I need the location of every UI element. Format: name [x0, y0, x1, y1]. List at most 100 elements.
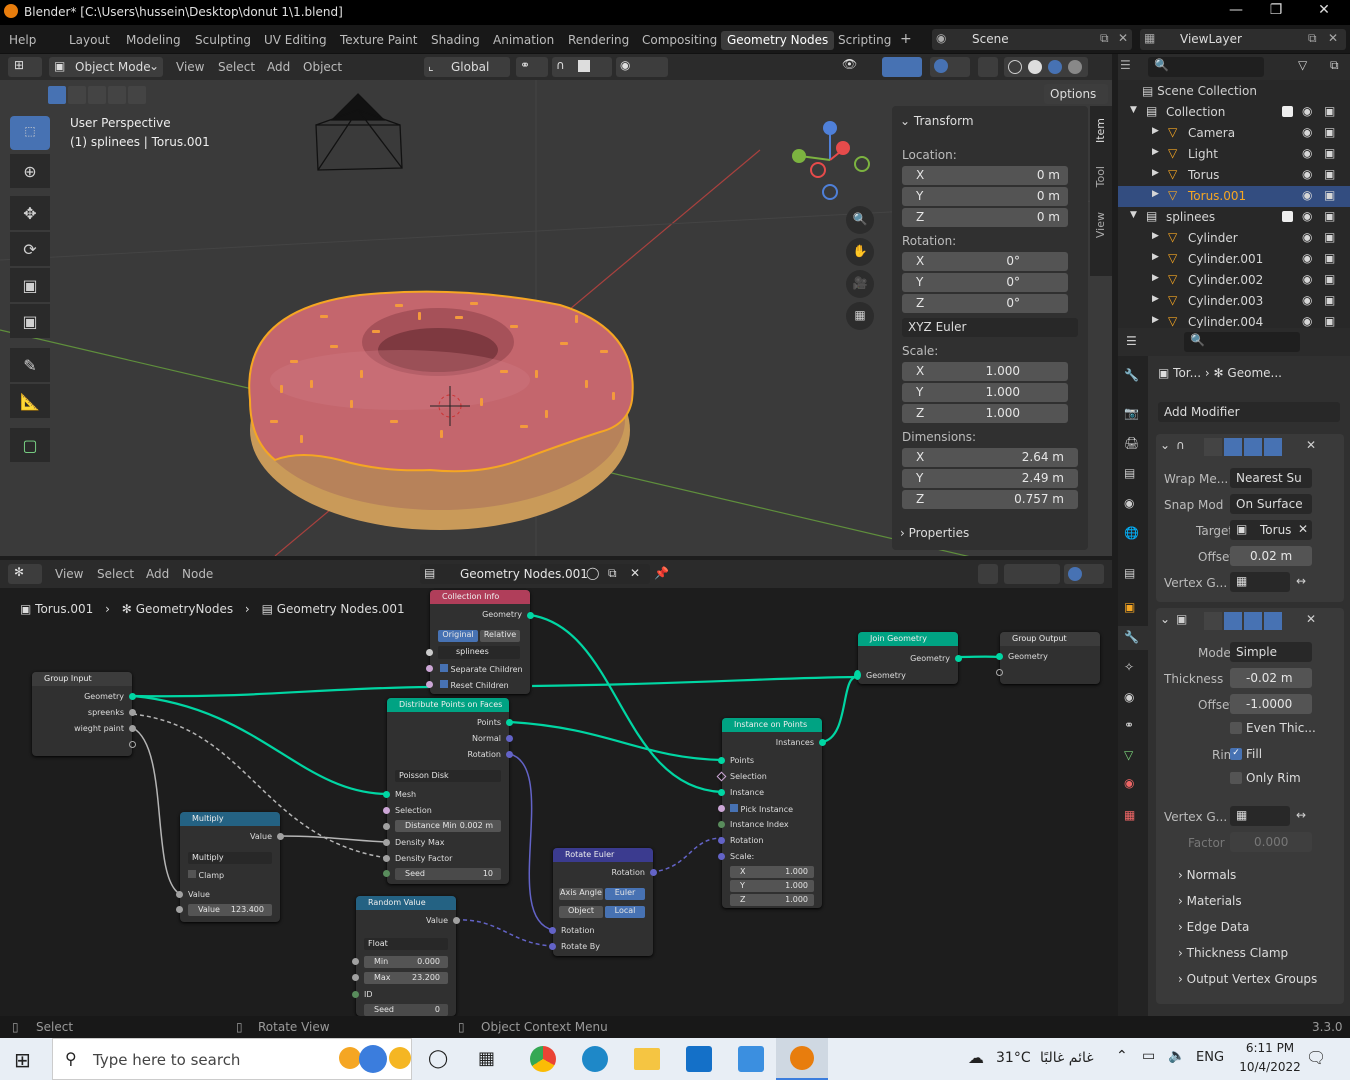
3d-viewport[interactable]: User Perspective (1) splinees | Torus.00… [0, 80, 1112, 556]
expand-arrow-icon[interactable]: ▶ [1152, 189, 1159, 199]
data-type-dropdown[interactable]: Float [364, 938, 448, 950]
input-socket[interactable] [383, 855, 390, 862]
remove-viewlayer-icon[interactable]: ✕ [1328, 31, 1338, 45]
new-viewlayer-icon[interactable]: ⧉ [1308, 31, 1317, 46]
render-tab-icon[interactable]: 📷 [1124, 406, 1139, 420]
distance-min-field[interactable]: Distance Min 0.002 m [395, 820, 501, 832]
zoom-icon[interactable]: 🔍 [846, 206, 874, 234]
output-socket[interactable] [650, 869, 657, 876]
factor-field[interactable]: 0.000 [1230, 832, 1312, 852]
input-socket[interactable] [718, 821, 725, 828]
node-node-menu[interactable]: Node [182, 567, 213, 581]
output-socket[interactable] [955, 655, 962, 662]
output-socket[interactable] [506, 719, 513, 726]
media-player-icon[interactable] [686, 1046, 712, 1072]
input-socket[interactable] [854, 670, 861, 680]
thickness-field[interactable]: -0.02 m [1230, 668, 1312, 688]
output-socket[interactable] [277, 833, 284, 840]
output-socket[interactable] [129, 725, 136, 732]
blender-taskbar-button[interactable] [776, 1038, 828, 1080]
select-intersect-icon[interactable] [128, 86, 146, 104]
input-socket[interactable] [549, 927, 556, 934]
add-modifier-button[interactable]: Add Modifier [1158, 402, 1340, 422]
node-overlay-icon[interactable] [1064, 564, 1104, 584]
render-visibility-icon[interactable]: ▣ [1324, 188, 1335, 202]
outliner-editor-icon[interactable]: ☰ [1120, 58, 1131, 72]
axis-angle-toggle[interactable]: Axis Angle [559, 888, 603, 900]
texture-tab-icon[interactable]: ▦ [1124, 808, 1135, 822]
output-socket[interactable] [129, 693, 136, 700]
node-view-menu[interactable]: View [55, 567, 83, 581]
random-value-node[interactable]: Random Value Value Float Min 0.000 Max 23.… [352, 896, 460, 1016]
options-dropdown[interactable]: Options [1044, 84, 1108, 104]
input-socket[interactable] [549, 943, 556, 950]
input-socket[interactable] [383, 839, 390, 846]
outliner-row[interactable]: ▼ ▤ splinees ◉ ▣ [1118, 207, 1350, 228]
input-socket[interactable] [352, 958, 359, 965]
data-tab-icon[interactable]: ▽ [1124, 748, 1133, 762]
input-socket[interactable] [383, 870, 390, 877]
tab-rendering[interactable]: Rendering [562, 31, 635, 50]
node-select-menu[interactable]: Select [97, 567, 134, 581]
render-visibility-icon[interactable]: ▣ [1324, 314, 1335, 328]
expand-arrow-icon[interactable]: ▶ [1152, 294, 1159, 304]
annotate-tool-icon[interactable]: ✎ [10, 348, 50, 382]
remove-modifier-icon[interactable]: ✕ [1306, 438, 1316, 452]
group-input-node[interactable]: Group Input Geometry spreenks wieght pai… [32, 672, 136, 756]
tray-chevron-icon[interactable]: ⌃ [1116, 1048, 1128, 1064]
maximize-button[interactable]: ❐ [1256, 2, 1296, 22]
euler-toggle[interactable]: Euler [605, 888, 645, 900]
dimension-y-field[interactable]: Y 2.49 m [902, 469, 1078, 488]
render-visibility-icon[interactable]: ▣ [1324, 167, 1335, 181]
tab-texture-paint[interactable]: Texture Paint [334, 31, 423, 50]
new-scene-icon[interactable]: ⧉ [1100, 31, 1109, 46]
rotate-tool-icon[interactable]: ⟳ [10, 232, 50, 266]
input-socket[interactable] [718, 805, 725, 812]
move-tool-icon[interactable]: ✥ [10, 196, 50, 230]
output-socket[interactable] [819, 739, 826, 746]
tab-sculpting[interactable]: Sculpting [189, 31, 257, 50]
output-socket[interactable] [506, 735, 513, 742]
group-output-node[interactable]: Group Output Geometry [996, 632, 1100, 684]
render-visibility-icon[interactable]: ▣ [1324, 293, 1335, 307]
scene-selector[interactable]: ◉ Scene ⧉ ✕ [932, 29, 1132, 50]
eye-visibility-icon[interactable]: ◉ [1302, 314, 1312, 328]
tab-compositing[interactable]: Compositing [636, 31, 723, 50]
output-socket[interactable] [129, 709, 136, 716]
properties-panel-header[interactable]: › Properties [900, 526, 969, 540]
relative-toggle[interactable]: Relative [480, 630, 520, 642]
input-socket[interactable] [718, 853, 725, 860]
location-y-field[interactable]: Y0 m [902, 187, 1068, 206]
parent-node-tree-icon[interactable] [978, 564, 998, 584]
rim-fill-checkbox[interactable]: ✓ [1230, 748, 1242, 760]
outliner-row[interactable]: ▶ ▽ Light ◉ ▣ [1118, 144, 1350, 165]
node-editor[interactable]: ▣ Torus.001 › ✻ GeometryNodes › ▤ Geomet… [0, 588, 1112, 1016]
seed-field[interactable]: Seed 10 [395, 868, 501, 880]
random-seed-field[interactable]: Seed 0 [364, 1004, 448, 1016]
help-menu[interactable]: Help [3, 31, 42, 50]
material-tab-icon[interactable]: ◉ [1124, 776, 1134, 790]
remove-modifier-icon[interactable]: ✕ [1306, 612, 1316, 626]
minimize-button[interactable]: — [1216, 2, 1256, 22]
output-tab-icon[interactable]: 🖨 [1124, 436, 1139, 450]
outliner-row[interactable]: ▶ ▽ Camera ◉ ▣ [1118, 123, 1350, 144]
scale-tool-icon[interactable]: ▣ [10, 268, 50, 302]
pan-hand-icon[interactable]: ✋ [846, 238, 874, 266]
eye-visibility-icon[interactable]: ◉ [1302, 251, 1312, 265]
output-socket[interactable] [527, 612, 534, 619]
view-layer-tab-icon[interactable]: ▤ [1124, 466, 1135, 480]
exclude-checkbox[interactable] [1282, 211, 1293, 222]
min-field[interactable]: Min 0.000 [364, 956, 448, 968]
input-socket[interactable] [352, 974, 359, 981]
eye-visibility-icon[interactable]: ◉ [1302, 146, 1312, 160]
expand-arrow-icon[interactable]: ▶ [1152, 126, 1159, 136]
input-socket[interactable] [352, 991, 359, 998]
collection-field[interactable]: splinees [438, 646, 520, 659]
input-socket[interactable] [996, 669, 1003, 676]
edge-icon[interactable] [582, 1046, 608, 1072]
node-add-menu[interactable]: Add [146, 567, 169, 581]
output-vertex-groups-subpanel[interactable]: › Output Vertex Groups [1178, 972, 1317, 986]
tab-view[interactable]: View [1094, 212, 1107, 238]
select-box-tool-icon[interactable]: ⬚ [10, 116, 50, 150]
orientation-selector[interactable]: ⌞ Global [424, 57, 510, 77]
